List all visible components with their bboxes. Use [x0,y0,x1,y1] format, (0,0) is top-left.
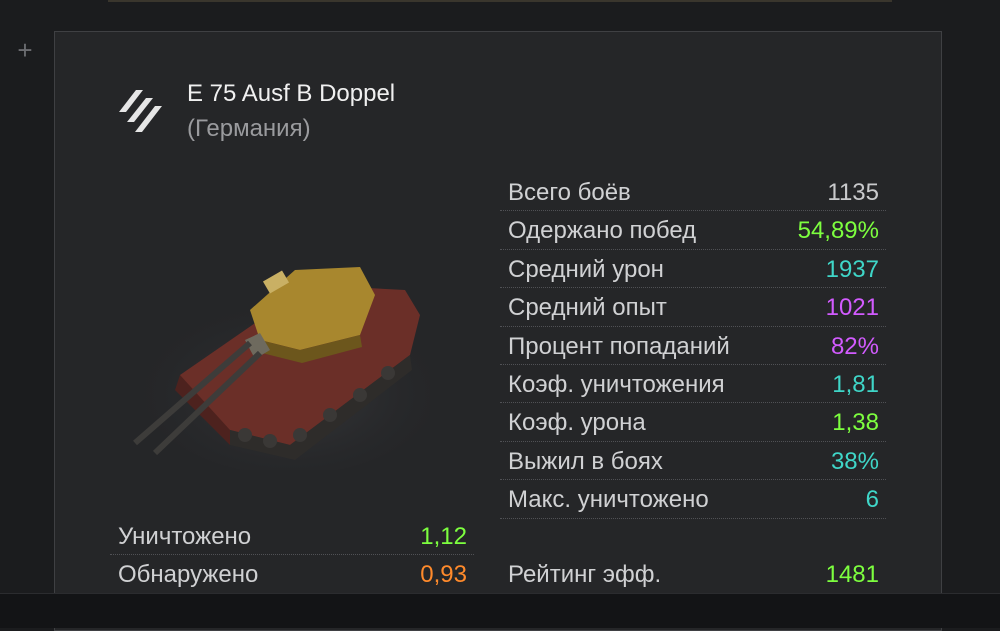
top-divider [108,0,892,2]
stat-row-kill-ratio: Коэф. уничтожения 1,81 [500,365,886,404]
stat-row-survived: Выжил в боях 38% [500,442,886,481]
stats-table: Всего боёв 1135 Одержано побед 54,89% Ср… [500,173,886,519]
stat-value: 6 [865,486,879,514]
stat-value: 82% [830,332,879,360]
stat-label: Всего боёв [508,179,631,206]
stat-value: 1,12 [420,523,467,550]
stat-value: 38% [830,447,879,475]
stat-label: Уничтожено [118,523,252,550]
stat-label: Коэф. уничтожения [508,370,725,398]
stats-left-table: Уничтожено 1,12 Обнаружено 0,93 [110,517,474,594]
stat-label: Макс. уничтожено [508,486,709,514]
stat-value: 1021 [825,294,879,322]
stat-row-avg-xp: Средний опыт 1021 [500,288,886,327]
stat-value: 1,81 [832,370,879,398]
stat-row-efficiency-rating: Рейтинг эфф. 1481 [500,555,886,593]
stat-label: Коэф. урона [508,409,646,437]
stat-label: Одержано побед [508,217,697,245]
stat-value: 1135 [827,179,879,206]
tank-nation: (Германия) [187,115,311,142]
stat-label: Средний опыт [508,294,667,322]
stat-label: Средний урон [508,255,664,283]
stat-row-destroyed: Уничтожено 1,12 [110,517,474,556]
tank-image [133,267,430,470]
stat-row-damage-ratio: Коэф. урона 1,38 [500,403,886,442]
stat-row-hit-rate: Процент попаданий 82% [500,327,886,365]
stat-value: 0,93 [420,561,467,589]
stat-row-spotted: Обнаружено 0,93 [110,555,474,593]
tank-name: E 75 Ausf B Doppel [187,80,396,107]
stat-label: Процент попаданий [508,332,730,360]
bottom-bar [0,593,1000,628]
stat-value: 1,38 [832,409,879,437]
stat-row-wins: Одержано побед 54,89% [500,211,886,250]
stat-label: Обнаружено [118,561,259,589]
stat-value: 54,89% [797,217,879,245]
heavy-tank-class-icon [119,90,162,132]
stat-value: 1937 [825,255,879,283]
stat-row-avg-damage: Средний урон 1937 [500,250,886,289]
plus-icon[interactable]: + [13,36,37,64]
stat-value: 1481 [825,561,879,588]
stat-row-battles: Всего боёв 1135 [500,173,886,212]
stat-label: Выжил в боях [508,447,663,475]
stat-row-max-kills: Макс. уничтожено 6 [500,480,886,519]
stat-label: Рейтинг эфф. [508,561,662,588]
